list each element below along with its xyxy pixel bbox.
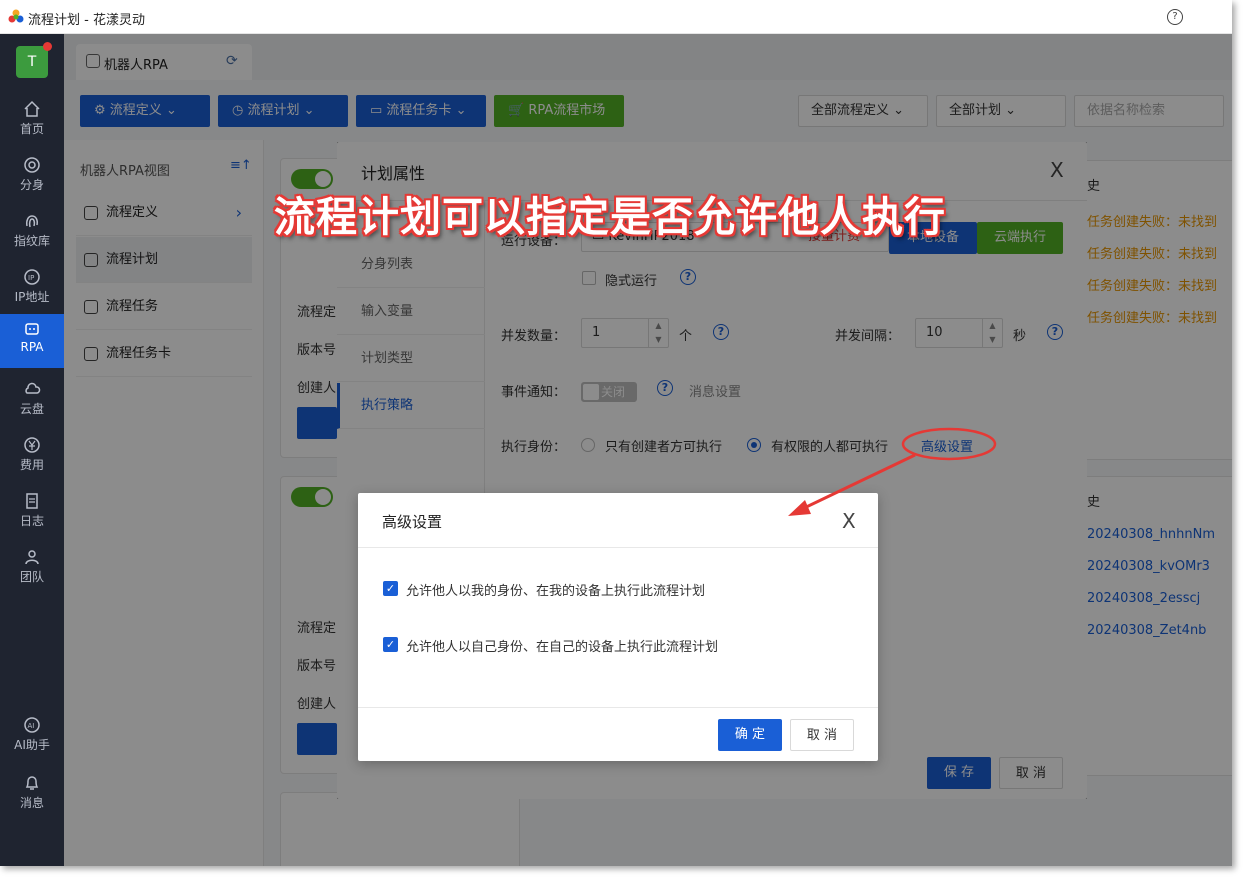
nav-label: IP地址 bbox=[14, 290, 50, 304]
divider bbox=[358, 547, 878, 548]
notification-dot bbox=[43, 42, 52, 51]
window-title: 流程计划 - 花漾灵动 bbox=[28, 13, 145, 28]
help-icon[interactable]: ? bbox=[1167, 9, 1183, 25]
nav-profiles[interactable]: 分身 bbox=[0, 150, 64, 202]
nav-label: 分身 bbox=[19, 178, 44, 192]
svg-text:IP: IP bbox=[28, 274, 34, 282]
nav-label: 费用 bbox=[19, 458, 44, 472]
nav-ai[interactable]: AI AI助手 bbox=[0, 710, 64, 762]
nav-label: 云盘 bbox=[19, 402, 44, 416]
profile-icon bbox=[24, 157, 40, 173]
nav-rpa[interactable]: RPA bbox=[0, 314, 64, 368]
home-icon bbox=[24, 100, 40, 117]
nav-billing[interactable]: 费用 bbox=[0, 430, 64, 482]
nav-label: AI助手 bbox=[14, 738, 50, 752]
bell-icon bbox=[25, 776, 39, 790]
nav-label: 日志 bbox=[19, 514, 44, 528]
cancel-button[interactable]: 取 消 bbox=[790, 719, 854, 751]
nav-cloud[interactable]: 云盘 bbox=[0, 374, 64, 426]
advanced-settings-dialog: 高级设置 X ✓ 允许他人以我的身份、在我的设备上执行此流程计划 ✓ 允许他人以… bbox=[358, 493, 878, 761]
nav-messages[interactable]: 消息 bbox=[0, 768, 64, 820]
nav-label: 团队 bbox=[19, 570, 44, 584]
ip-icon: IP bbox=[24, 269, 40, 285]
nav-ip[interactable]: IP IP地址 bbox=[0, 262, 64, 314]
nav-team[interactable]: 团队 bbox=[0, 542, 64, 594]
team-icon bbox=[25, 550, 39, 565]
cloud-disk-icon bbox=[25, 382, 41, 394]
nav-log[interactable]: 日志 bbox=[0, 486, 64, 538]
avatar[interactable]: T bbox=[16, 42, 52, 78]
left-nav: T 首页 分身 指纹库 IP IP地址 RPA 云盘 费用 日志 团队 AI A… bbox=[0, 34, 64, 866]
nav-label: 消息 bbox=[19, 796, 44, 810]
allow-my-identity-label: 允许他人以我的身份、在我的设备上执行此流程计划 bbox=[406, 584, 706, 599]
nav-fingerprint[interactable]: 指纹库 bbox=[0, 206, 64, 258]
nav-label: RPA bbox=[20, 340, 44, 354]
app-logo-icon bbox=[8, 9, 24, 23]
yen-icon bbox=[24, 437, 40, 453]
allow-own-identity-checkbox[interactable]: ✓ bbox=[383, 637, 398, 652]
nav-home[interactable]: 首页 bbox=[0, 94, 64, 146]
ai-icon: AI bbox=[24, 717, 40, 733]
nav-label: 首页 bbox=[19, 122, 44, 136]
robot-icon bbox=[25, 323, 39, 335]
allow-my-identity-checkbox[interactable]: ✓ bbox=[383, 581, 398, 596]
nav-label: 指纹库 bbox=[13, 234, 50, 248]
divider bbox=[358, 707, 878, 708]
title-bar: 流程计划 - 花漾灵动 ? bbox=[0, 0, 1232, 34]
annotation-banner: 流程计划可以指定是否允许他人执行 bbox=[274, 193, 946, 241]
confirm-button[interactable]: 确 定 bbox=[718, 719, 782, 751]
close-icon[interactable]: X bbox=[842, 509, 856, 533]
fingerprint-icon bbox=[26, 215, 38, 228]
log-icon bbox=[26, 493, 38, 509]
allow-own-identity-label: 允许他人以自己身份、在自己的设备上执行此流程计划 bbox=[406, 640, 719, 655]
svg-text:AI: AI bbox=[28, 722, 35, 730]
dialog-title: 高级设置 bbox=[382, 513, 443, 531]
avatar-letter: T bbox=[27, 54, 37, 70]
